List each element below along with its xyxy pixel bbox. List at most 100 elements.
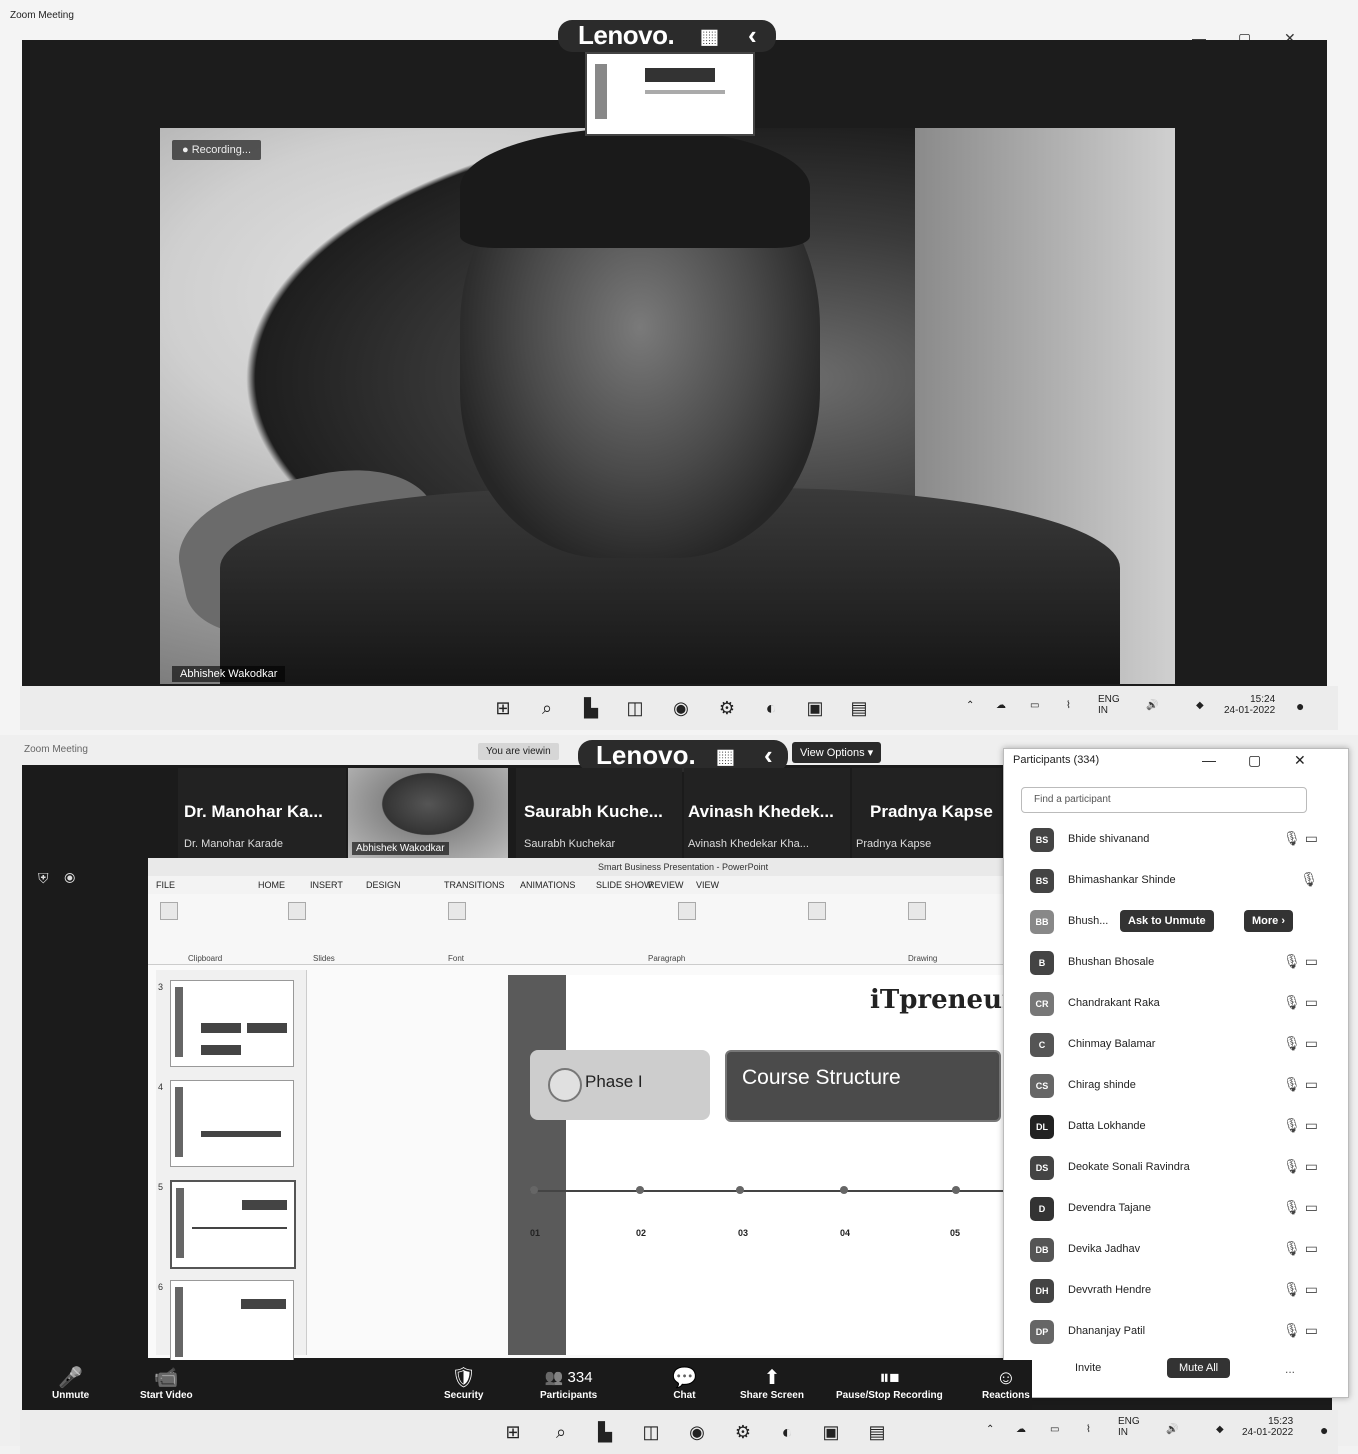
app-grid-icon[interactable]: ▦ xyxy=(700,24,719,49)
gallery-tile[interactable]: Saurabh Kuche... Saurabh Kuchekar xyxy=(516,768,682,858)
gallery-tile[interactable]: Pradnya Kapse Pradnya Kapse xyxy=(852,768,1002,858)
start-icon[interactable]: ⊞ xyxy=(492,698,514,718)
shared-screen-thumbnail[interactable] xyxy=(585,52,755,136)
chat-button[interactable]: 💬 Chat xyxy=(672,1366,697,1401)
new-slide-icon[interactable] xyxy=(288,902,306,920)
participant-row[interactable]: DB Devika Jadhav 🎙▭ xyxy=(1020,1230,1340,1270)
tab-home[interactable]: HOME xyxy=(258,880,285,890)
settings-icon[interactable]: ⚙ xyxy=(716,698,738,718)
wifi-icon[interactable]: ⌇ xyxy=(1086,1424,1091,1435)
language-indicator[interactable]: ENG IN xyxy=(1098,694,1120,716)
chat-icon[interactable]: ◉ xyxy=(686,1422,708,1442)
file-explorer-icon[interactable]: ▙ xyxy=(580,698,602,718)
app-grid-icon[interactable]: ▦ xyxy=(716,744,735,769)
record-dot-icon[interactable]: ⦿ xyxy=(64,870,75,886)
arrange-icon[interactable] xyxy=(908,902,926,920)
tab-transitions[interactable]: TRANSITIONS xyxy=(444,880,505,890)
participant-row[interactable]: DL Datta Lokhande 🎙▭ xyxy=(1020,1107,1340,1147)
participant-name: Bhushan Bhosale xyxy=(1068,956,1155,968)
start-video-button[interactable]: 📹 Start Video xyxy=(140,1366,193,1401)
notification-center-icon[interactable]: ● xyxy=(1320,1422,1328,1438)
panel-minimize-button[interactable]: — xyxy=(1202,752,1216,768)
participants-button[interactable]: 👥 334 Participants xyxy=(540,1366,597,1401)
lenovo-vantage-bar[interactable]: Lenovo. ▦ ‹ xyxy=(558,20,776,52)
start-icon[interactable]: ⊞ xyxy=(502,1422,524,1442)
gallery-video-tile[interactable]: Abhishek Wakodkar xyxy=(348,768,508,858)
search-icon[interactable]: ⌕ xyxy=(536,698,558,718)
panel-popout-button[interactable]: ▢ xyxy=(1248,752,1261,769)
participant-row[interactable]: BS Bhide shivanand 🎙▭ xyxy=(1020,820,1340,860)
participant-row[interactable]: C Chinmay Balamar 🎙▭ xyxy=(1020,1025,1340,1065)
tab-insert[interactable]: INSERT xyxy=(310,880,343,890)
paragraph-icon[interactable] xyxy=(678,902,696,920)
more-button[interactable]: More › xyxy=(1244,910,1293,932)
unmute-button[interactable]: 🎤 Unmute xyxy=(52,1366,89,1401)
chevron-left-icon[interactable]: ‹ xyxy=(764,740,773,771)
clock[interactable]: 15:24 24-01-2022 xyxy=(1224,694,1275,716)
onedrive-icon[interactable]: ☁ xyxy=(996,700,1006,711)
security-button[interactable]: 🛡 Security xyxy=(444,1366,483,1401)
slide-thumbnail[interactable] xyxy=(170,980,294,1067)
participant-row[interactable]: DS Deokate Sonali Ravindra 🎙▭ xyxy=(1020,1148,1340,1188)
share-screen-button[interactable]: ⬆ Share Screen xyxy=(740,1366,804,1401)
font-icon[interactable] xyxy=(448,902,466,920)
slide-thumbnail-selected[interactable] xyxy=(170,1180,296,1269)
gallery-tile[interactable]: Dr. Manohar Ka... Dr. Manohar Karade xyxy=(178,768,346,858)
search-icon[interactable]: ⌕ xyxy=(550,1422,572,1442)
mute-all-button[interactable]: Mute All xyxy=(1167,1358,1231,1378)
participant-row[interactable]: B Bhushan Bhosale 🎙▭ xyxy=(1020,943,1340,983)
chevron-left-icon[interactable]: ‹ xyxy=(748,20,757,51)
store-icon[interactable]: ▤ xyxy=(866,1422,888,1442)
tab-file[interactable]: FILE xyxy=(156,880,175,890)
participant-row-hovered[interactable]: BB Bhush... Ask to Unmute More › xyxy=(1020,902,1340,942)
participant-search-input[interactable]: Find a participant xyxy=(1021,787,1307,813)
tab-slide-show[interactable]: SLIDE SHOW xyxy=(596,880,653,890)
participant-row[interactable]: CS Chirag shinde 🎙▭ xyxy=(1020,1066,1340,1106)
volume-icon[interactable]: 🔊 xyxy=(1146,700,1158,711)
tab-review[interactable]: REVIEW xyxy=(648,880,684,890)
store-icon[interactable]: ▤ xyxy=(848,698,870,718)
timeline-dot xyxy=(952,1186,960,1194)
participant-row[interactable]: D Devendra Tajane 🎙▭ xyxy=(1020,1189,1340,1229)
zoom-app-icon[interactable]: ▣ xyxy=(820,1422,842,1442)
notification-bell-icon[interactable]: ◆ xyxy=(1196,700,1204,711)
tab-design[interactable]: DESIGN xyxy=(366,880,401,890)
zoom-app-icon[interactable]: ▣ xyxy=(804,698,826,718)
panel-close-button[interactable]: ✕ xyxy=(1294,752,1306,769)
tray-chevron-icon[interactable]: ⌃ xyxy=(986,1424,994,1435)
paste-icon[interactable] xyxy=(160,902,178,920)
edge-icon[interactable]: ◐ xyxy=(760,698,782,718)
ask-to-unmute-button[interactable]: Ask to Unmute xyxy=(1120,910,1214,932)
settings-icon[interactable]: ⚙ xyxy=(732,1422,754,1442)
file-explorer-icon[interactable]: ▙ xyxy=(594,1422,616,1442)
reactions-button[interactable]: ☺ Reactions xyxy=(982,1366,1030,1401)
participant-row[interactable]: DH Devvrath Hendre 🎙▭ xyxy=(1020,1271,1340,1311)
tab-view[interactable]: VIEW xyxy=(696,880,719,890)
notification-center-icon[interactable]: ● xyxy=(1296,698,1304,714)
shield-icon[interactable]: ⛨ xyxy=(38,870,49,886)
wifi-icon[interactable]: ⌇ xyxy=(1066,700,1071,711)
onedrive-icon[interactable]: ☁ xyxy=(1016,1424,1026,1435)
invite-button[interactable]: Invite xyxy=(1075,1362,1101,1374)
clock[interactable]: 15:23 24-01-2022 xyxy=(1242,1416,1293,1438)
tray-chevron-icon[interactable]: ⌃ xyxy=(966,700,974,711)
gallery-tile[interactable]: Avinash Khedek... Avinash Khedekar Kha..… xyxy=(684,768,850,858)
participant-row[interactable]: CR Chandrakant Raka 🎙▭ xyxy=(1020,984,1340,1024)
chat-icon[interactable]: ◉ xyxy=(670,698,692,718)
language-indicator[interactable]: ENG IN xyxy=(1118,1416,1140,1438)
task-view-icon[interactable]: ◫ xyxy=(624,698,646,718)
pause-stop-recording-button[interactable]: ⏸⏹ Pause/Stop Recording xyxy=(836,1366,943,1401)
view-options-button[interactable]: View Options ▾ xyxy=(792,742,882,763)
slide-thumbnail[interactable] xyxy=(170,1080,294,1167)
participant-row[interactable]: BS Bhimashankar Shinde 🎙 xyxy=(1020,861,1340,901)
shapes-icon[interactable] xyxy=(808,902,826,920)
slide-thumbnail[interactable] xyxy=(170,1280,294,1367)
volume-icon[interactable]: 🔊 xyxy=(1166,1424,1178,1435)
participant-row[interactable]: DP Dhananjay Patil 🎙▭ xyxy=(1020,1312,1340,1352)
tab-animations[interactable]: ANIMATIONS xyxy=(520,880,575,890)
avatar: DP xyxy=(1030,1320,1054,1344)
task-view-icon[interactable]: ◫ xyxy=(640,1422,662,1442)
notification-bell-icon[interactable]: ◆ xyxy=(1216,1424,1224,1435)
edge-icon[interactable]: ◐ xyxy=(776,1422,798,1442)
more-options-button[interactable]: ... xyxy=(1285,1362,1295,1376)
